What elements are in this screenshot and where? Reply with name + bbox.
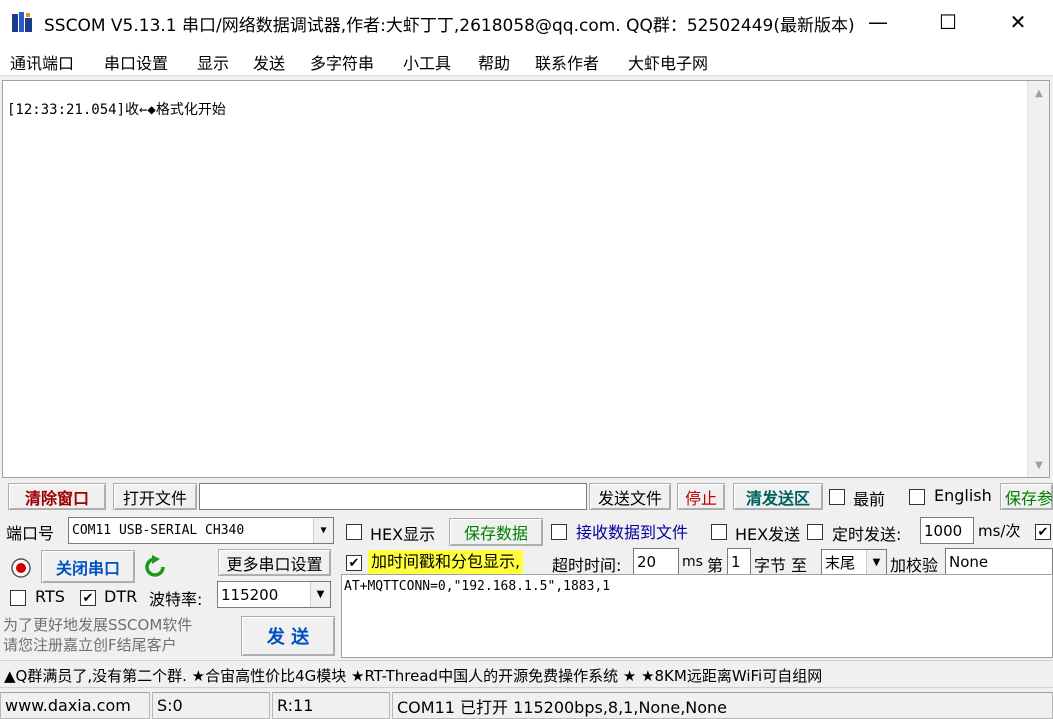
timed-send-label: 定时发送: bbox=[832, 525, 902, 544]
dtr-label: DTR bbox=[104, 587, 138, 606]
clear-send-button[interactable]: 清发送区 bbox=[733, 483, 823, 510]
menu-display[interactable]: 显示 bbox=[197, 50, 229, 74]
menu-send[interactable]: 发送 bbox=[253, 50, 285, 74]
port-state: COM11 已打开 115200bps,8,1,None,None bbox=[392, 692, 1053, 719]
menu-bar: 通讯端口 串口设置 显示 发送 多字符串 小工具 帮助 联系作者 大虾电子网 bbox=[0, 44, 1053, 76]
last-checkbox[interactable] bbox=[829, 489, 845, 505]
chevron-down-icon[interactable]: ▼ bbox=[310, 582, 330, 607]
recv-to-file-checkbox[interactable] bbox=[551, 524, 567, 540]
menu-help[interactable]: 帮助 bbox=[478, 50, 510, 74]
menu-serial-settings[interactable]: 串口设置 bbox=[104, 50, 168, 74]
close-port-button[interactable]: 关闭串口 bbox=[41, 550, 135, 583]
byte-to-label: 字节 至 bbox=[754, 556, 808, 575]
minimize-button[interactable]: — bbox=[843, 0, 913, 44]
interval-input[interactable]: 1000 bbox=[920, 517, 974, 544]
more-settings-button[interactable]: 更多串口设置 bbox=[218, 549, 331, 576]
last-label: 最前 bbox=[853, 490, 886, 509]
timestamp-checkbox[interactable]: ✔ bbox=[346, 555, 362, 571]
port-label: 端口号 bbox=[6, 524, 55, 543]
send-button[interactable]: 发 送 bbox=[241, 616, 335, 656]
timed-send-checkbox[interactable] bbox=[807, 524, 823, 540]
received-count: R:11 bbox=[272, 692, 390, 719]
port-status-icon bbox=[11, 558, 31, 578]
menu-multi-string[interactable]: 多字符串 bbox=[310, 50, 374, 74]
menu-comm-port[interactable]: 通讯端口 bbox=[10, 50, 74, 74]
interval-unit-label: ms/次 bbox=[978, 522, 1021, 540]
rts-label: RTS bbox=[35, 587, 65, 606]
open-file-button[interactable]: 打开文件 bbox=[113, 483, 197, 510]
file-path-input[interactable] bbox=[199, 483, 587, 510]
refresh-icon[interactable] bbox=[143, 555, 167, 579]
newline-checkbox[interactable]: ✔ bbox=[1035, 524, 1051, 540]
clear-window-button[interactable]: 清除窗口 bbox=[8, 483, 106, 510]
chevron-down-icon[interactable]: ▼ bbox=[866, 550, 886, 575]
menu-daxia-site[interactable]: 大虾电子网 bbox=[628, 50, 708, 74]
scroll-down-icon[interactable]: ▼ bbox=[1028, 455, 1050, 475]
chevron-down-icon[interactable]: ▼ bbox=[313, 518, 333, 543]
baud-label: 波特率: bbox=[149, 590, 203, 609]
menu-contact[interactable]: 联系作者 bbox=[535, 50, 599, 74]
timeout-unit-label: ms bbox=[682, 554, 703, 570]
website-link[interactable]: www.daxia.com bbox=[0, 692, 150, 719]
dtr-checkbox[interactable]: ✔ bbox=[80, 590, 96, 606]
checksum-label: 加校验 bbox=[890, 556, 939, 575]
scroll-up-icon[interactable]: ▲ bbox=[1028, 83, 1050, 103]
rts-checkbox[interactable] bbox=[10, 590, 26, 606]
sent-count: S:0 bbox=[152, 692, 270, 719]
timestamp-label: 加时间戳和分包显示, bbox=[368, 550, 524, 574]
hex-send-checkbox[interactable] bbox=[711, 524, 727, 540]
end-select[interactable]: 末尾 ▼ bbox=[821, 549, 887, 576]
promo-line-2: 请您注册嘉立创F结尾客户 bbox=[3, 636, 177, 654]
save-params-button[interactable]: 保存参 bbox=[1000, 483, 1053, 510]
receive-log: [12:33:21.054]收←◆格式化开始 bbox=[7, 102, 226, 118]
title-bar: SSCOM V5.13.1 串口/网络数据调试器,作者:大虾丁丁,2618058… bbox=[0, 0, 1053, 44]
window-title: SSCOM V5.13.1 串口/网络数据调试器,作者:大虾丁丁,2618058… bbox=[44, 16, 855, 36]
hex-display-label: HEX显示 bbox=[370, 525, 436, 544]
announcement-bar: ▲Q群满员了,没有第二个群. ★合宙高性价比4G模块 ★RT-Thread中国人… bbox=[0, 660, 1053, 688]
port-value: COM11 USB-SERIAL CH340 bbox=[72, 523, 245, 538]
save-data-button[interactable]: 保存数据 bbox=[449, 518, 543, 546]
baud-value: 115200 bbox=[221, 585, 279, 604]
status-bar: www.daxia.com S:0 R:11 COM11 已打开 115200b… bbox=[0, 692, 1053, 719]
port-select[interactable]: COM11 USB-SERIAL CH340 ▼ bbox=[68, 517, 334, 544]
english-checkbox[interactable] bbox=[909, 489, 925, 505]
menu-tools[interactable]: 小工具 bbox=[403, 50, 451, 74]
checksum-select[interactable]: None bbox=[945, 548, 1053, 575]
baud-select[interactable]: 115200 ▼ bbox=[217, 581, 331, 608]
hex-display-checkbox[interactable] bbox=[346, 524, 362, 540]
english-label: English bbox=[934, 486, 992, 505]
app-icon bbox=[12, 12, 32, 32]
nth-label: 第 bbox=[707, 556, 724, 575]
stop-button[interactable]: 停止 bbox=[677, 483, 725, 510]
hex-send-label: HEX发送 bbox=[735, 525, 801, 544]
vertical-scrollbar[interactable]: ▲ ▼ bbox=[1027, 81, 1049, 477]
timeout-label: 超时时间: bbox=[552, 556, 622, 575]
maximize-button[interactable]: ☐ bbox=[913, 0, 983, 44]
receive-area[interactable]: [12:33:21.054]收←◆格式化开始 ▲ ▼ bbox=[2, 80, 1050, 478]
send-textarea[interactable]: AT+MQTTCONN=0,"192.168.1.5",1883,1 bbox=[341, 574, 1053, 658]
close-button[interactable]: ✕ bbox=[983, 0, 1053, 44]
send-file-button[interactable]: 发送文件 bbox=[589, 483, 671, 510]
recv-to-file-label: 接收数据到文件 bbox=[576, 523, 689, 542]
end-value: 末尾 bbox=[825, 554, 856, 572]
announcement-text: ▲Q群满员了,没有第二个群. ★合宙高性价比4G模块 ★RT-Thread中国人… bbox=[4, 667, 823, 685]
timeout-input[interactable]: 20 bbox=[633, 548, 679, 575]
promo-line-1: 为了更好地发展SSCOM软件 bbox=[3, 616, 193, 634]
byte-index-input[interactable]: 1 bbox=[727, 548, 751, 575]
send-text: AT+MQTTCONN=0,"192.168.1.5",1883,1 bbox=[344, 579, 611, 594]
